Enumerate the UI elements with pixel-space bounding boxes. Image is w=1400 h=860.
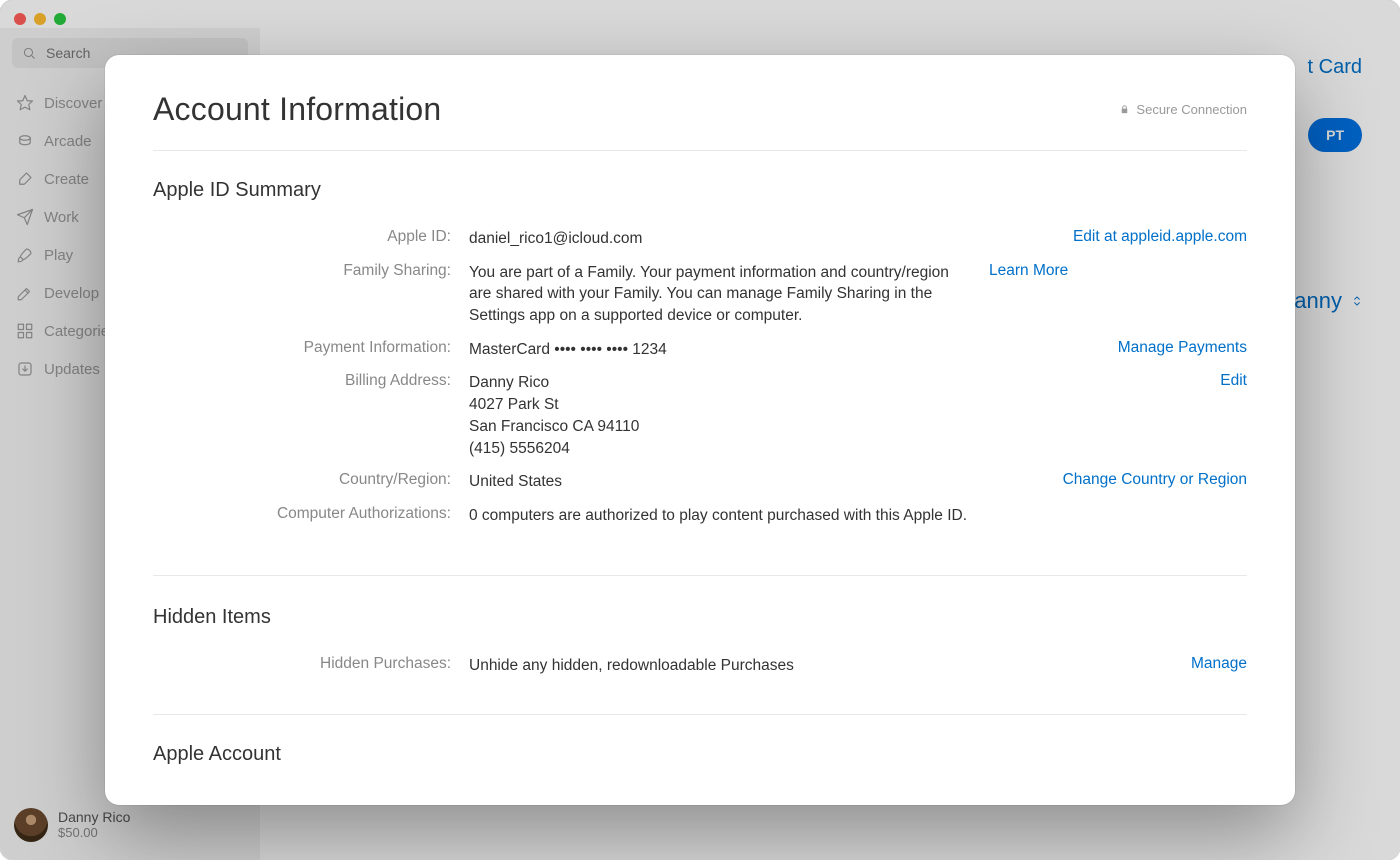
secure-connection-indicator: Secure Connection: [1119, 102, 1247, 117]
section-title-hidden: Hidden Items: [153, 606, 1247, 629]
divider: [153, 575, 1247, 576]
link-learn-more-family[interactable]: Learn More: [989, 262, 1068, 279]
link-manage-hidden[interactable]: Manage: [1191, 655, 1247, 672]
row-billing-address: Billing Address: Danny Rico 4027 Park St…: [153, 366, 1247, 465]
link-edit-billing[interactable]: Edit: [1220, 372, 1247, 389]
value-family-sharing: You are part of a Family. Your payment i…: [469, 262, 969, 327]
value-payment: MasterCard •••• •••• •••• 1234: [469, 339, 1098, 361]
label-country: Country/Region:: [153, 471, 469, 489]
label-apple-id: Apple ID:: [153, 228, 469, 246]
row-country-region: Country/Region: United States Change Cou…: [153, 465, 1247, 499]
value-country: United States: [469, 471, 1043, 493]
value-hidden-purchases: Unhide any hidden, redownloadable Purcha…: [469, 655, 1171, 677]
row-family-sharing: Family Sharing: You are part of a Family…: [153, 256, 1247, 333]
link-change-country[interactable]: Change Country or Region: [1063, 471, 1247, 488]
sheet-header: Account Information Secure Connection: [153, 91, 1247, 151]
value-apple-id: daniel_rico1@icloud.com: [469, 228, 1053, 250]
divider: [153, 714, 1247, 715]
sheet-body: Apple ID Summary Apple ID: daniel_rico1@…: [153, 151, 1247, 805]
link-edit-apple-id[interactable]: Edit at appleid.apple.com: [1073, 228, 1247, 245]
label-hidden-purchases: Hidden Purchases:: [153, 655, 469, 673]
section-title-summary: Apple ID Summary: [153, 179, 1247, 202]
link-manage-payments[interactable]: Manage Payments: [1118, 339, 1247, 356]
label-family-sharing: Family Sharing:: [153, 262, 469, 280]
label-auth: Computer Authorizations:: [153, 505, 469, 523]
section-title-apple-account: Apple Account: [153, 743, 1247, 766]
row-hidden-purchases: Hidden Purchases: Unhide any hidden, red…: [153, 649, 1247, 683]
value-billing: Danny Rico 4027 Park St San Francisco CA…: [469, 372, 1200, 459]
label-billing: Billing Address:: [153, 372, 469, 390]
sheet-title: Account Information: [153, 91, 441, 128]
label-payment: Payment Information:: [153, 339, 469, 357]
row-payment-information: Payment Information: MasterCard •••• •••…: [153, 333, 1247, 367]
row-apple-id: Apple ID: daniel_rico1@icloud.com Edit a…: [153, 222, 1247, 256]
account-information-sheet: Account Information Secure Connection Ap…: [105, 55, 1295, 805]
value-auth: 0 computers are authorized to play conte…: [469, 505, 1227, 527]
lock-icon: [1119, 104, 1130, 115]
row-computer-auth: Computer Authorizations: 0 computers are…: [153, 499, 1247, 533]
